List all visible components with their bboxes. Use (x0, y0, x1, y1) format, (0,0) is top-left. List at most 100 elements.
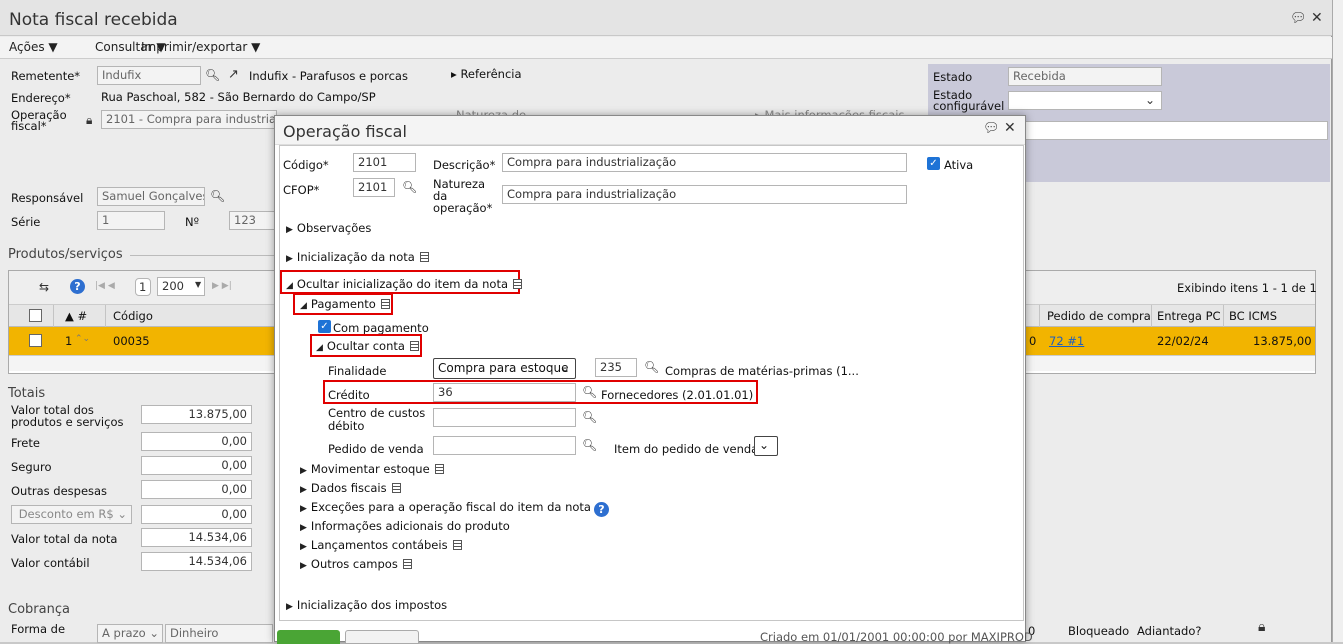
total-nota-value: 14.534,06 (141, 528, 252, 547)
col-entrega[interactable]: Entrega PC (1157, 309, 1221, 323)
section-divider (130, 255, 280, 256)
ocultar-conta-toggle[interactable]: ◢ Ocultar conta (316, 339, 419, 353)
search-icon[interactable]: 🔍︎ (644, 361, 659, 373)
note-icon (391, 483, 401, 493)
endereco-value: Rua Paschoal, 582 - São Bernardo do Camp… (101, 90, 376, 104)
search-icon[interactable]: 🔍︎ (582, 411, 597, 423)
remetente-name: Indufix - Parafusos e porcas (249, 69, 408, 83)
row-col-zero: 0 (1029, 334, 1037, 348)
page-scrollbar[interactable] (1332, 0, 1343, 642)
dialog-title-bar: Operação fiscal 💬︎ ✕ (275, 116, 1025, 145)
remetente-input[interactable]: Indufix (97, 66, 201, 85)
operacao-input[interactable]: 2101 - Compra para industrial (101, 110, 277, 129)
numero-input[interactable]: 123 (229, 211, 279, 230)
total-produtos-label: Valor total dos produtos e serviços (11, 403, 124, 429)
extra-input[interactable] (1008, 121, 1328, 140)
dinheiro-input[interactable]: Dinheiro (165, 624, 273, 643)
refresh-icon[interactable]: ⇆ (39, 281, 49, 293)
total-produtos-value[interactable]: 13.875,00 (141, 405, 252, 424)
help-icon[interactable]: ? (70, 279, 85, 294)
external-link-icon[interactable]: ↗ (228, 68, 239, 81)
row-entrega: 22/02/24 (1157, 334, 1209, 348)
col-separator (1223, 305, 1224, 327)
finalidade-code-input[interactable]: 235 (595, 358, 637, 377)
ocultar-inicializacao-toggle[interactable]: ◢ Ocultar inicialização do item da nota (286, 277, 523, 291)
desconto-select[interactable]: Desconto em R$ ⌄ (11, 505, 132, 524)
close-icon[interactable]: ✕ (1004, 121, 1016, 135)
reorder-icon[interactable]: ⌃⌄ (75, 335, 90, 344)
search-icon[interactable]: 🔍︎ (210, 190, 225, 202)
desconto-value[interactable]: 0,00 (141, 505, 252, 524)
page-input[interactable]: 1 (135, 278, 151, 296)
total-nota-label: Valor total da nota (11, 532, 118, 546)
item-pedido-select[interactable]: ⌄ (754, 436, 778, 456)
note-icon (402, 559, 412, 569)
col-bc[interactable]: BC ICMS (1229, 309, 1277, 323)
referencia-toggle[interactable]: ▸ Referência (451, 67, 522, 81)
outros-campos-toggle[interactable]: ▶ Outros campos (300, 557, 412, 571)
lancamentos-toggle[interactable]: ▶ Lançamentos contábeis (300, 538, 462, 552)
col-num[interactable]: ▲ # (65, 309, 87, 323)
inicializacao-nota-toggle[interactable]: ▶ Inicialização da nota (286, 250, 429, 264)
credito-input[interactable]: 36 (433, 383, 576, 402)
numero-label: Nº (185, 215, 200, 229)
forma-label: Forma de (11, 622, 66, 636)
help-icon[interactable]: ? (593, 502, 609, 517)
pedido-venda-label: Pedido de venda (328, 442, 424, 456)
outras-value[interactable]: 0,00 (141, 480, 252, 499)
pagamento-toggle[interactable]: ◢ Pagamento (300, 297, 390, 311)
forma-select[interactable]: A prazo ⌄ (97, 624, 163, 643)
contabil-label: Valor contábil (11, 556, 90, 570)
com-pagamento-checkbox[interactable]: ✓ (318, 320, 331, 333)
serie-input[interactable]: 1 (97, 211, 165, 230)
row-checkbox[interactable] (29, 334, 42, 347)
finalidade-select[interactable]: Compra para estoque ⌄ (433, 358, 576, 379)
finalidade-label: Finalidade (328, 364, 387, 378)
close-icon[interactable]: ✕ (1311, 11, 1323, 25)
centro-custos-input[interactable] (433, 408, 576, 427)
col-pedido[interactable]: Pedido de compra (1047, 309, 1151, 323)
row-pedido-link[interactable]: 72 #1 (1049, 334, 1084, 348)
search-icon[interactable]: 🔍︎ (205, 69, 220, 81)
observacoes-toggle[interactable]: ▶ Observações (286, 221, 371, 235)
codigo-input[interactable]: 2101 (353, 153, 416, 172)
info-adicionais-toggle[interactable]: ▶ Informações adicionais do produto (300, 519, 510, 533)
serie-label: Série (11, 215, 41, 229)
note-icon (434, 464, 444, 474)
estado-config-label: Estado configurável (933, 88, 1005, 113)
estado-config-select[interactable]: ⌄ (1008, 91, 1162, 110)
inicializacao-impostos-toggle[interactable]: ▶ Inicialização dos impostos (286, 598, 447, 612)
natureza-input[interactable]: Compra para industrialização (502, 185, 907, 204)
frete-value[interactable]: 0,00 (141, 432, 252, 451)
seguro-label: Seguro (11, 460, 52, 474)
responsavel-input[interactable]: Samuel Gonçalves (97, 187, 205, 206)
cfop-input[interactable]: 2101 (353, 178, 395, 197)
comment-icon[interactable]: 💬︎ (983, 122, 1000, 135)
note-icon (419, 252, 429, 262)
col-separator (1039, 305, 1040, 327)
search-icon[interactable]: 🔍︎ (582, 386, 597, 398)
products-section-title: Produtos/serviços (8, 247, 123, 262)
com-pagamento-label: Com pagamento (333, 321, 429, 335)
descricao-input[interactable]: Compra para industrialização (502, 153, 907, 172)
movimentar-estoque-toggle[interactable]: ▶ Movimentar estoque (300, 462, 444, 476)
last-page-icon[interactable]: ▶ ▶| (212, 282, 232, 291)
dados-fiscais-toggle[interactable]: ▶ Dados fiscais (300, 481, 401, 495)
menu-imprimir[interactable]: Imprimir/exportar ▼ (141, 40, 260, 54)
first-page-icon[interactable]: |◀ ◀ (95, 282, 115, 291)
search-icon[interactable]: 🔍︎ (582, 439, 597, 451)
search-icon[interactable]: 🔍︎ (402, 181, 417, 193)
menu-acoes[interactable]: Ações ▼ (9, 40, 58, 54)
credito-label: Crédito (328, 388, 370, 402)
ativa-checkbox[interactable]: ✓ (927, 157, 940, 170)
seguro-value[interactable]: 0,00 (141, 456, 252, 475)
lock-icon[interactable]: 🔒︎ (1258, 620, 1265, 634)
comment-icon[interactable]: 💬︎ (1290, 12, 1307, 25)
col-adiantado[interactable]: Adiantado? (1137, 624, 1202, 638)
col-bloqueado[interactable]: Bloqueado (1068, 624, 1129, 638)
col-codigo[interactable]: Código (113, 309, 153, 323)
pedido-venda-input[interactable] (433, 436, 576, 455)
excecoes-toggle[interactable]: ▶ Exceções para a operação fiscal do item… (300, 500, 609, 517)
select-all-checkbox[interactable] (29, 309, 42, 322)
finalidade-desc: Compras de matérias-primas (1... (665, 364, 859, 378)
